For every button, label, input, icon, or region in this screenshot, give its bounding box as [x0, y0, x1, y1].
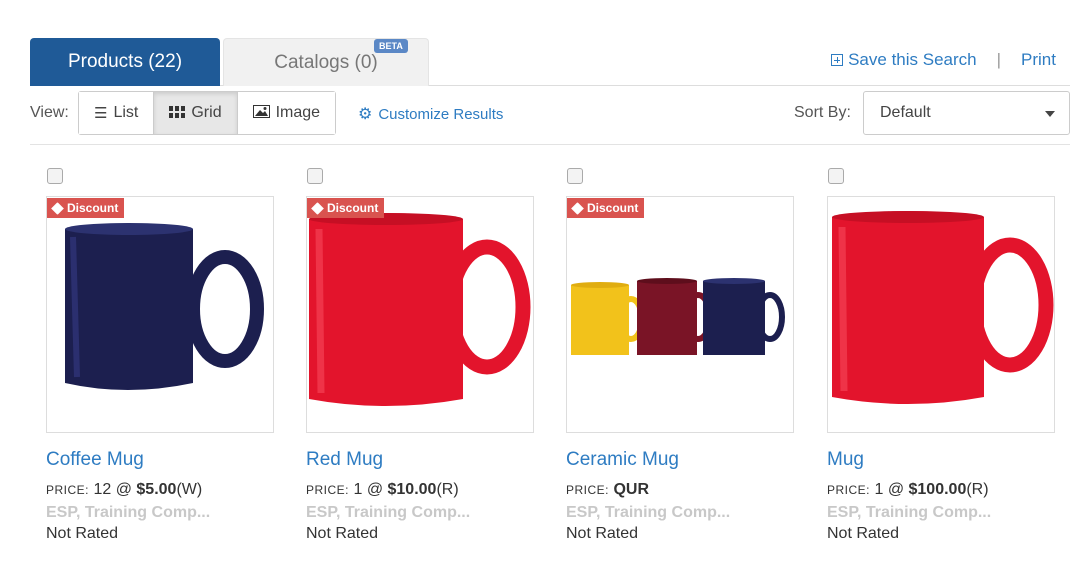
view-list-button[interactable]: ☰ List	[79, 92, 155, 134]
product-image[interactable]	[827, 196, 1055, 433]
product-card: Discount Coffee Mug PRICE: 12 @ $5.00(W)…	[46, 168, 274, 543]
product-price: PRICE: 1 @ $10.00(R)	[306, 481, 459, 498]
supplier-name[interactable]: ESP, Training Comp...	[306, 504, 534, 522]
tab-products[interactable]: Products (22)	[30, 38, 220, 86]
rating-text: Not Rated	[827, 525, 900, 542]
supplier-name[interactable]: ESP, Training Comp...	[827, 504, 1055, 522]
product-name-link[interactable]: Ceramic Mug	[566, 449, 794, 471]
gear-icon: ⚙	[358, 106, 373, 123]
sort-label: Sort By:	[794, 104, 851, 121]
product-image[interactable]: Discount	[46, 196, 274, 433]
customize-results-label: Customize Results	[378, 105, 504, 123]
rating-text: Not Rated	[306, 525, 379, 542]
product-checkbox[interactable]	[567, 168, 583, 184]
view-grid-button[interactable]: Grid	[154, 92, 238, 134]
caret-down-icon	[1045, 111, 1055, 117]
list-icon: ☰	[94, 105, 108, 122]
discount-badge: Discount	[47, 198, 125, 218]
product-card: Discount Ceramic Mug PRICE: QUR ESP, Tra…	[566, 168, 794, 543]
supplier-name[interactable]: ESP, Training Comp...	[46, 504, 274, 522]
product-card: Discount Red Mug PRICE: 1 @ $10.00(R) ES…	[306, 168, 534, 543]
link-separator: |	[996, 50, 1002, 69]
product-checkbox[interactable]	[47, 168, 63, 184]
view-label: View:	[30, 104, 69, 121]
save-search-link[interactable]: Save this Search	[848, 50, 977, 70]
sort-select[interactable]: Default	[863, 91, 1070, 135]
grid-icon	[169, 105, 186, 122]
print-link[interactable]: Print	[1021, 50, 1056, 70]
three-mugs-image	[571, 278, 785, 355]
discount-badge: Discount	[567, 198, 645, 218]
red-mug-image	[832, 211, 1054, 404]
discount-badge: Discount	[307, 198, 385, 218]
view-image-button[interactable]: Image	[237, 92, 336, 134]
sort-value: Default	[880, 104, 931, 121]
product-image[interactable]: Discount	[566, 196, 794, 433]
supplier-name[interactable]: ESP, Training Comp...	[566, 504, 794, 522]
rating-text: Not Rated	[566, 525, 639, 542]
view-toolbar: View: ☰ List Grid Image ⚙ Customize Resu…	[30, 91, 1070, 135]
navy-mug-image	[65, 223, 264, 390]
product-checkbox[interactable]	[307, 168, 323, 184]
beta-badge: BETA	[374, 39, 408, 53]
product-price: PRICE: 1 @ $100.00(R)	[827, 481, 989, 498]
view-list-label: List	[113, 104, 139, 121]
view-toggle-group: ☰ List Grid Image	[78, 91, 337, 135]
tag-icon	[311, 201, 324, 215]
product-name-link[interactable]: Mug	[827, 449, 1055, 471]
rating-text: Not Rated	[46, 525, 119, 542]
top-links: Save this Search | Print	[831, 50, 1056, 70]
product-price: PRICE: QUR	[566, 481, 650, 498]
product-card: Mug PRICE: 1 @ $100.00(R) ESP, Training …	[827, 168, 1055, 543]
red-mug-image	[309, 213, 531, 406]
customize-results-link[interactable]: ⚙ Customize Results	[358, 104, 503, 124]
product-price: PRICE: 12 @ $5.00(W)	[46, 481, 203, 498]
product-checkbox[interactable]	[828, 168, 844, 184]
divider	[30, 144, 1070, 145]
tag-icon	[51, 201, 64, 215]
product-name-link[interactable]: Red Mug	[306, 449, 534, 471]
product-name-link[interactable]: Coffee Mug	[46, 449, 274, 471]
view-grid-label: Grid	[191, 104, 222, 121]
tag-icon	[571, 201, 584, 215]
picture-icon	[252, 104, 270, 122]
plus-square-icon	[831, 54, 844, 66]
product-image[interactable]: Discount	[306, 196, 534, 433]
view-image-label: Image	[275, 104, 321, 121]
